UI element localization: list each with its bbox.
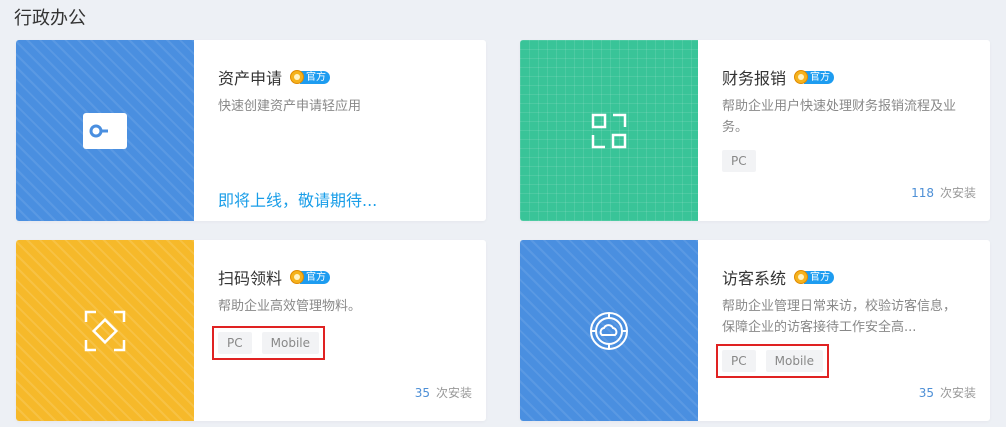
key-card-icon [83, 112, 127, 149]
medal-icon [290, 70, 305, 84]
app-cover [16, 240, 194, 421]
coming-soon-text: 即将上线，敬请期待... [218, 191, 378, 210]
medal-icon [794, 270, 809, 284]
app-card-scan-materials[interactable]: 扫码领料 官方 帮助企业高效管理物料。 PC Mobile 35 次安装 [16, 240, 486, 421]
app-description: 帮助企业管理日常来访，校验访客信息，保障企业的访客接待工作安全高... [722, 299, 957, 335]
install-count: 35 次安装 [414, 386, 472, 400]
section-title: 行政办公 [14, 8, 86, 29]
platform-tag-mobile: Mobile [261, 332, 319, 354]
app-cover [16, 40, 194, 221]
platform-tag-pc: PC [218, 332, 252, 354]
medal-icon [794, 70, 809, 84]
platform-tags: PC [722, 150, 756, 172]
platform-tags: PC Mobile [212, 326, 325, 360]
medal-icon [290, 270, 305, 284]
official-badge: 官方 [290, 69, 331, 85]
app-title: 扫码领料 [218, 269, 283, 288]
official-badge: 官方 [290, 269, 331, 285]
app-card-asset-request[interactable]: 资产申请 官方 快速创建资产申请轻应用 即将上线，敬请期待... [16, 40, 486, 221]
app-description: 帮助企业用户快速处理财务报销流程及业务。 [722, 99, 957, 135]
official-badge: 官方 [794, 69, 835, 85]
app-title: 资产申请 [218, 69, 283, 88]
app-description: 帮助企业高效管理物料。 [218, 299, 362, 314]
platform-tags: PC Mobile [716, 344, 829, 378]
platform-tag-pc: PC [722, 150, 756, 172]
app-card-visitor-system[interactable]: 访客系统 官方 帮助企业管理日常来访，校验访客信息，保障企业的访客接待工作安全高… [520, 240, 990, 421]
app-cover [520, 40, 698, 221]
app-description: 快速创建资产申请轻应用 [218, 99, 362, 114]
app-title: 财务报销 [722, 69, 787, 88]
app-cover [520, 240, 698, 421]
official-badge: 官方 [794, 269, 835, 285]
diamond-scan-icon [84, 310, 126, 351]
app-title: 访客系统 [722, 269, 787, 288]
install-count: 35 次安装 [918, 386, 976, 400]
globe-cloud-icon [590, 311, 628, 350]
install-count: 118 次安装 [911, 186, 976, 200]
scan-frame-icon [591, 113, 627, 148]
platform-tag-pc: PC [722, 350, 756, 372]
app-card-expense[interactable]: 财务报销 官方 帮助企业用户快速处理财务报销流程及业务。 PC 118 次安装 [520, 40, 990, 221]
platform-tag-mobile: Mobile [765, 350, 823, 372]
